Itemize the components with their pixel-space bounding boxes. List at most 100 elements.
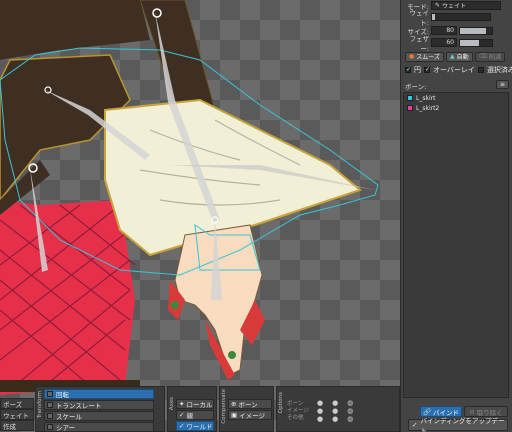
weight-label: ウェイト: — [409, 8, 430, 27]
compensate-image-button[interactable]: ▣ イメージ — [228, 410, 272, 420]
size-slider[interactable] — [459, 26, 493, 35]
visibility-icon[interactable]: ● — [332, 415, 347, 423]
bones-menu-button[interactable]: ≡ — [495, 80, 509, 89]
auto-button[interactable]: ▲ 自動 — [445, 51, 473, 62]
circle-checkbox[interactable] — [405, 66, 411, 73]
compensate-bone-label: ボーン — [238, 401, 258, 409]
feather-input[interactable]: 60 — [431, 38, 457, 47]
feather-label: フェザー: — [409, 34, 430, 53]
list-item[interactable]: L_skirt2 — [404, 103, 508, 113]
selected-only-checkbox[interactable] — [477, 66, 484, 73]
size-input[interactable]: 80 — [431, 26, 457, 35]
axes-parent-label: 親 — [186, 412, 193, 420]
axes-parent-button[interactable]: ✓ 親 — [176, 410, 214, 420]
circle-label: 円 — [414, 65, 421, 74]
weights-mode-button[interactable]: ウェイト — [0, 409, 34, 420]
axes-local-button[interactable]: ✦ ローカル — [176, 399, 214, 409]
visibility-icon[interactable]: ● — [332, 399, 347, 407]
world-icon: ✓ — [179, 422, 185, 430]
axes-world-label: ワールド — [186, 423, 213, 431]
update-binding-label: バインディングをアップデート — [420, 417, 505, 432]
remove-icon: ⌫ — [478, 53, 488, 60]
list-item[interactable]: L_skirt — [404, 93, 508, 103]
auto-label: 自動 — [456, 54, 469, 61]
bone-name: L_skirt2 — [416, 104, 440, 112]
rotate-tool[interactable]: 回転 — [44, 389, 154, 399]
remove-label: 削減 — [489, 54, 502, 61]
create-mode-button[interactable]: 作成 — [0, 420, 34, 431]
rotate-icon — [47, 391, 53, 397]
axes-group: Axes ✦ ローカル ✓ 親 ✓ ワールド — [167, 386, 217, 432]
lock-icon[interactable]: ◍ — [347, 415, 362, 423]
translate-label: トランスレート — [56, 402, 102, 410]
pose-mode-button[interactable]: ポーズ — [0, 398, 34, 409]
smooth-button[interactable]: ● スムーズ — [405, 51, 444, 62]
mode-value: ウェイト — [441, 3, 466, 10]
size-fill — [460, 27, 486, 34]
selected-only-label: 選択済み — [486, 65, 512, 74]
compensate-image-label: イメージ — [239, 412, 266, 420]
shear-tool[interactable]: シアー — [44, 422, 154, 432]
bone-name: L_skirt — [416, 94, 436, 102]
compensate-bone-button[interactable]: ⊕ ボーン — [228, 399, 272, 409]
axes-title: Axes — [169, 397, 175, 411]
canvas-viewport[interactable] — [0, 0, 400, 432]
visibility-icon[interactable]: ● — [317, 399, 332, 407]
options-toggles: ●●◍ ●●◍ ●●◍ — [317, 399, 397, 423]
bones-title: ボーン: — [405, 83, 427, 91]
overlay-checkbox[interactable] — [424, 66, 430, 73]
visibility-icon[interactable]: ● — [317, 415, 332, 423]
option-toggles: 円 オーバーレイ 選択済み — [405, 64, 512, 75]
options-rows: ボーン イメージ その他 — [287, 401, 309, 422]
bone-icon: ⊕ — [231, 400, 237, 408]
parent-icon: ✓ — [179, 411, 185, 419]
brush-icon: ✎ — [435, 2, 442, 9]
menu-icon: ≡ — [499, 81, 505, 88]
lock-icon[interactable]: ◍ — [347, 407, 362, 415]
shear-label: シアー — [56, 424, 76, 432]
compensate-group: Compensate ⊕ ボーン ▣ イメージ — [219, 386, 274, 432]
scale-label: スケール — [56, 413, 82, 421]
local-icon: ✦ — [179, 400, 185, 408]
visibility-icon[interactable]: ● — [317, 407, 332, 415]
axes-local-label: ローカル — [186, 401, 213, 409]
update-binding-button[interactable]: ✓ バインディングをアップデート — [408, 417, 508, 432]
scale-tool[interactable]: スケール — [44, 411, 154, 421]
bone-color-swatch — [407, 95, 413, 101]
feather-fill — [460, 39, 480, 46]
visibility-icon[interactable]: ● — [332, 407, 347, 415]
refresh-icon: ✓ — [412, 421, 418, 429]
options-title: Options — [278, 392, 284, 414]
overlay-label: オーバーレイ — [433, 65, 475, 74]
weight-row: ウェイト: — [401, 9, 512, 27]
weight-slider[interactable] — [431, 12, 491, 21]
transform-title: Transform — [37, 391, 43, 419]
scale-icon — [47, 413, 53, 419]
mode-toolbar: ポーズ ウェイト 作成 — [0, 386, 34, 432]
rotate-label: 回転 — [56, 391, 69, 399]
options-row-other: その他 — [287, 415, 304, 421]
options-group: Options ボーン イメージ その他 ●●◍ ●●◍ ●●◍ — [276, 386, 400, 432]
transform-group: Transform 回転 トランスレート スケール シアー — [35, 386, 165, 432]
feather-slider[interactable] — [459, 38, 493, 47]
options-row-bone: ボーン — [287, 401, 304, 407]
compensate-title: Compensate — [221, 389, 227, 424]
translate-tool[interactable]: トランスレート — [44, 400, 154, 410]
remove-button[interactable]: ⌫ 削減 — [474, 51, 506, 62]
mode-select[interactable]: ✎ ウェイト — [431, 1, 501, 10]
options-row-image: イメージ — [287, 408, 309, 414]
bone-list: L_skirt L_skirt2 — [403, 92, 509, 398]
bone-color-swatch — [407, 105, 413, 111]
weight-fill — [432, 13, 435, 20]
image-icon: ▣ — [231, 411, 238, 419]
shear-icon — [47, 424, 53, 430]
smooth-label: スムーズ — [416, 54, 440, 61]
auto-icon: ▲ — [449, 53, 455, 60]
smooth-icon: ● — [409, 53, 415, 60]
feather-row: フェザー: 60 — [401, 35, 512, 53]
translate-icon — [47, 402, 53, 408]
axes-world-button[interactable]: ✓ ワールド — [176, 421, 214, 431]
character-artwork — [0, 0, 379, 395]
brush-actions: ● スムーズ ▲ 自動 ⌫ 削減 — [405, 51, 512, 62]
lock-icon[interactable]: ◍ — [347, 399, 362, 407]
